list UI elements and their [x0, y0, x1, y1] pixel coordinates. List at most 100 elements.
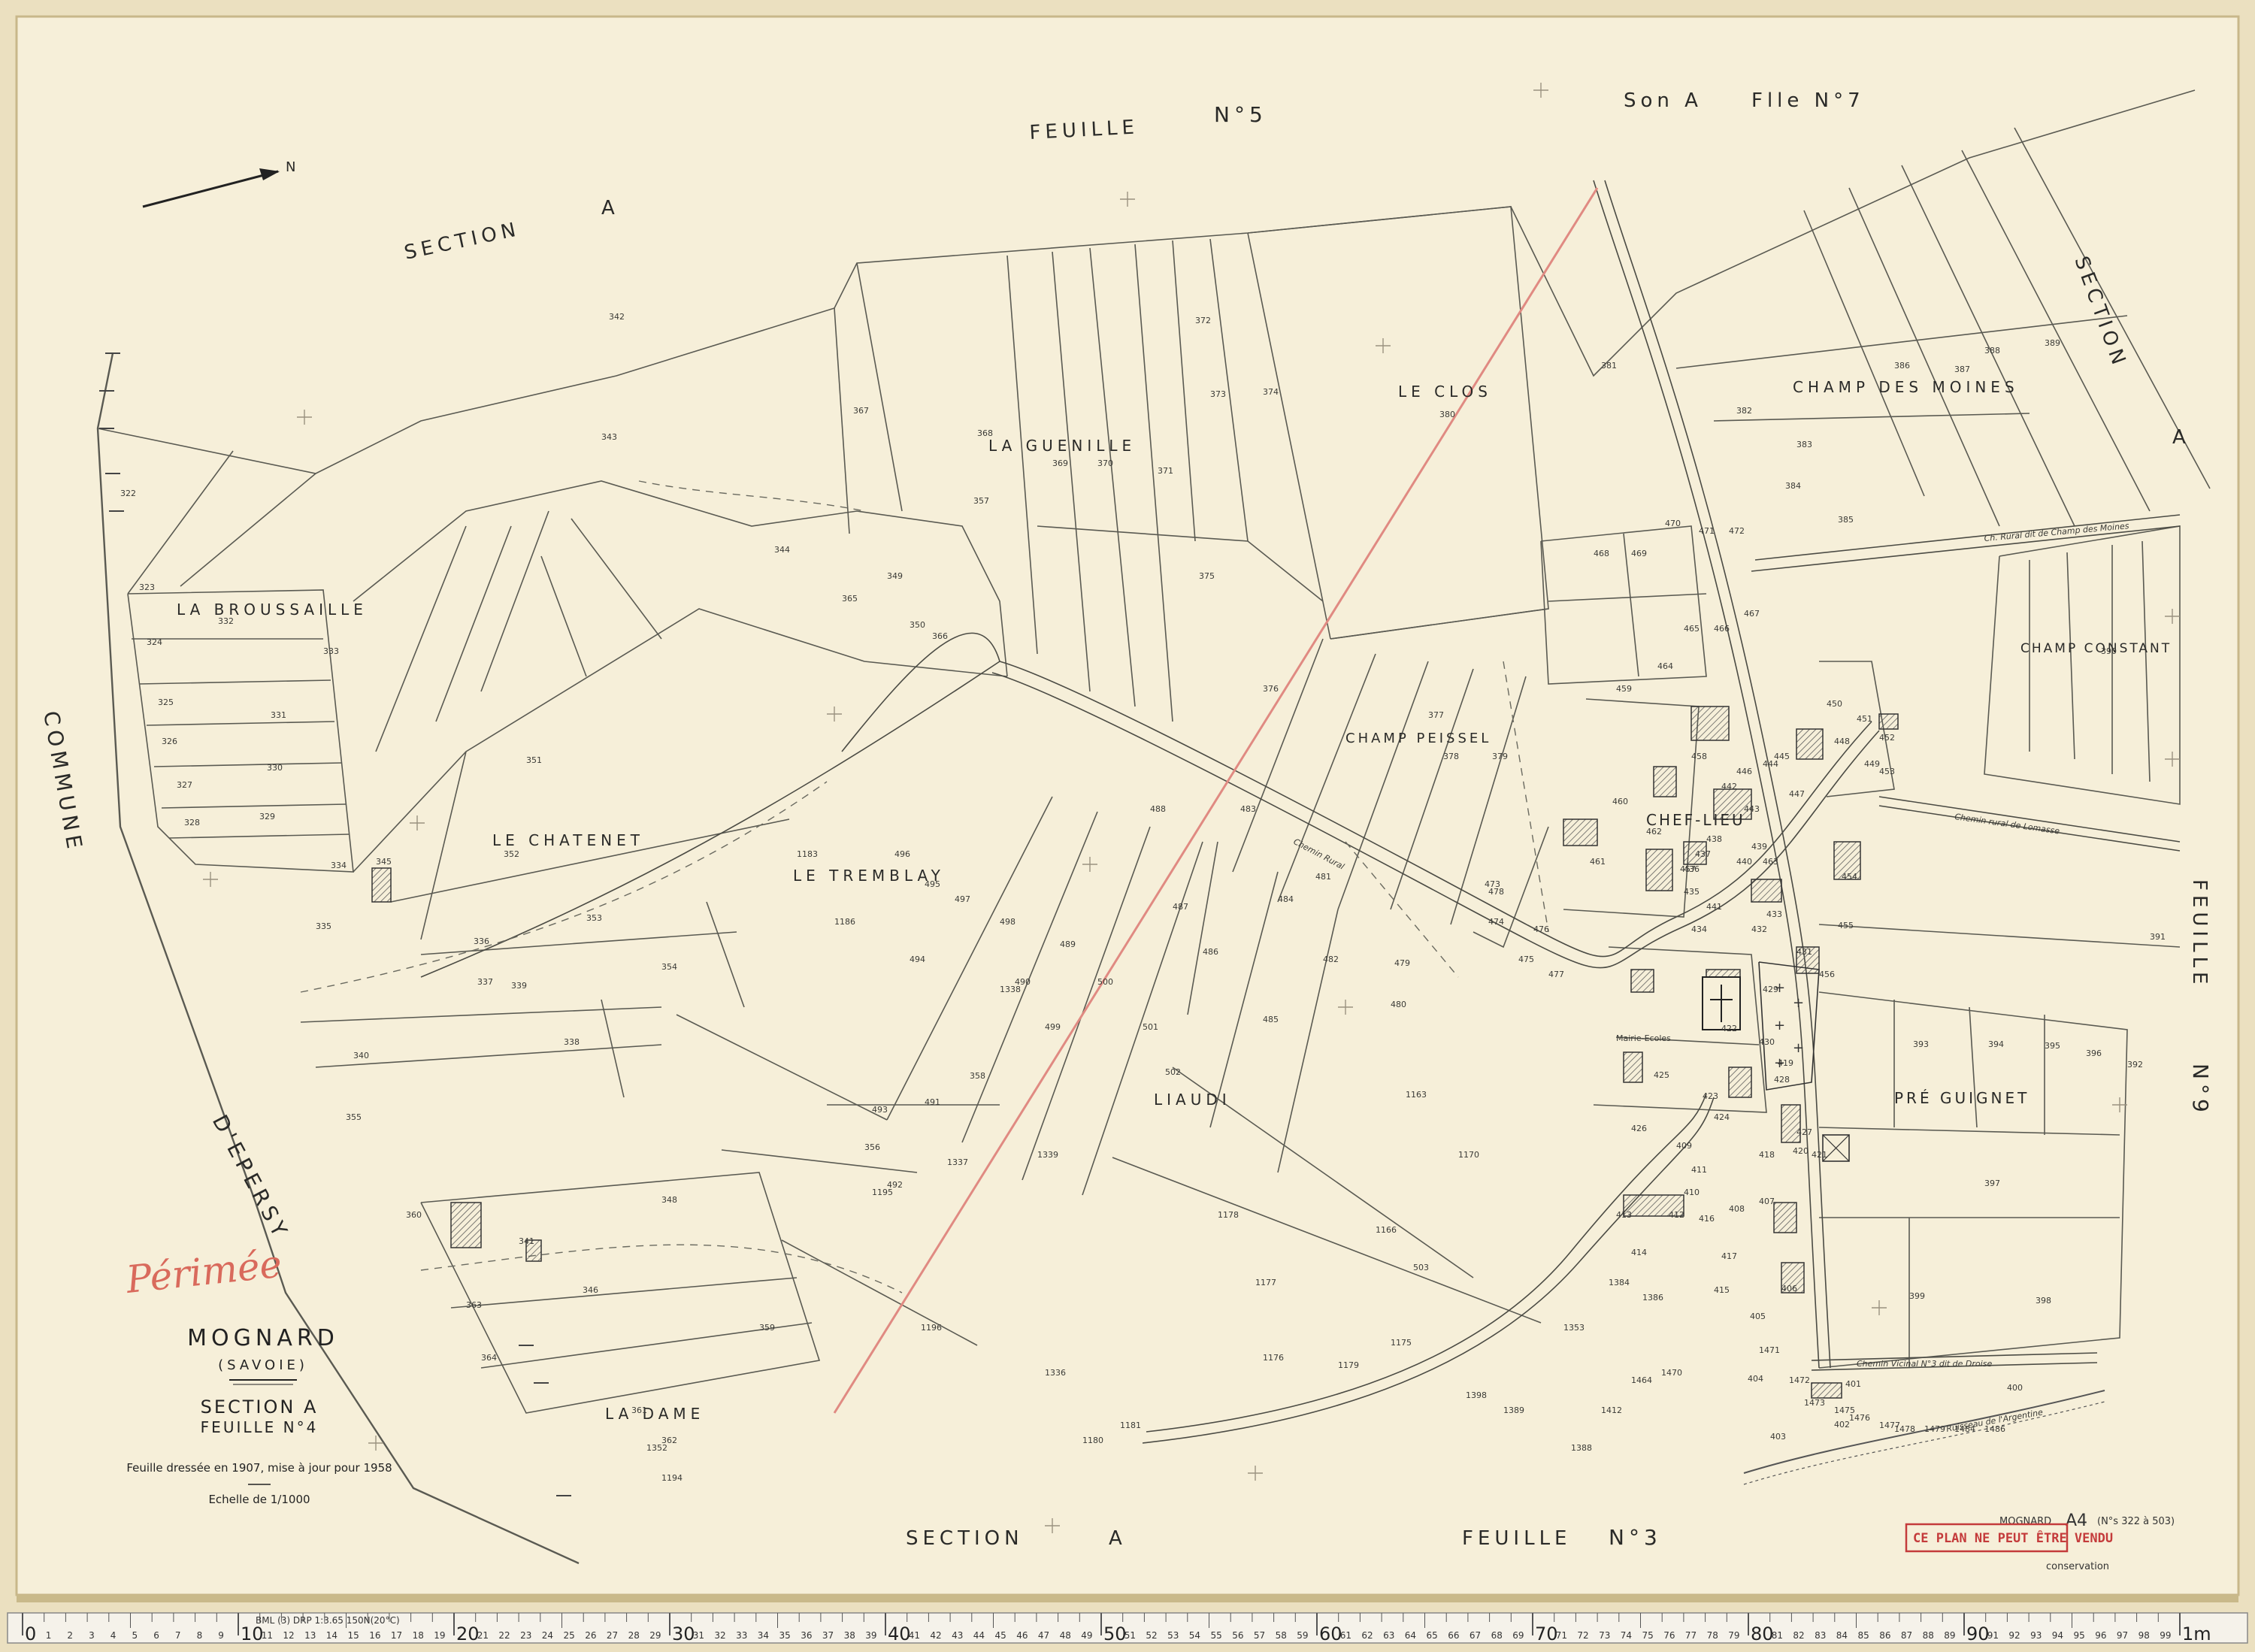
ruler-minor-label: 39 [865, 1630, 876, 1641]
right-section-letter: A [2172, 426, 2190, 449]
parcel-number: 322 [120, 489, 136, 498]
ruler-minor-label: 47 [1038, 1630, 1049, 1641]
ruler-minor-label: 57 [1254, 1630, 1265, 1641]
parcel-number: 485 [1263, 1015, 1279, 1024]
parcel-number: 332 [218, 616, 234, 626]
parcel-number: 356 [864, 1142, 880, 1152]
parcel-number: 1478 [1894, 1424, 1915, 1434]
locality-le-chatenet: LE CHATENET [492, 831, 644, 849]
parcel-number: 401 [1845, 1379, 1861, 1389]
svg-text:+: + [1793, 1040, 1804, 1056]
parcel-number: 331 [271, 710, 286, 720]
parcel-number: 365 [842, 594, 858, 604]
parcel-number: 424 [1714, 1112, 1730, 1122]
parcel-number: 483 [1240, 804, 1256, 814]
parcel-number: 344 [774, 545, 790, 555]
parcel-number: 486 [1203, 947, 1218, 957]
parcel-number: 502 [1165, 1067, 1181, 1077]
parcel-number: 394 [1988, 1039, 2004, 1049]
parcel-number: 458 [1691, 752, 1707, 761]
parcel-number: 385 [1838, 515, 1854, 525]
parcel-number: 443 [1744, 804, 1760, 814]
ruler-minor-label: 64 [1405, 1630, 1416, 1641]
parcel-number: 340 [353, 1051, 369, 1060]
parcel-number: 1183 [797, 849, 818, 859]
parcel-number: 323 [139, 582, 155, 592]
ruler-major-label: 80 [1751, 1623, 1774, 1644]
parcel-number: 369 [1052, 458, 1068, 468]
parcel-number: 1179 [1338, 1360, 1359, 1370]
ruler-minor-label: 36 [801, 1630, 812, 1641]
title-history: Feuille dressée en 1907, mise à jour pou… [126, 1461, 392, 1475]
parcel-number: 440 [1736, 857, 1752, 867]
ruler-minor-label: 12 [283, 1630, 294, 1641]
parcel-number: 1473 [1804, 1398, 1825, 1408]
parcel-number: 343 [601, 432, 617, 442]
parcel-number: 425 [1654, 1070, 1669, 1080]
parcel-number: 337 [477, 977, 493, 987]
ruler-minor-label: 63 [1383, 1630, 1394, 1641]
parcel-number: 1177 [1255, 1278, 1276, 1287]
ruler-major-label: 20 [456, 1623, 480, 1644]
parcel-number: 461 [1590, 857, 1606, 867]
parcel-number: 428 [1774, 1075, 1790, 1085]
parcel-number: 494 [910, 955, 925, 964]
ruler-minor-label: 93 [2030, 1630, 2042, 1641]
parcel-number: 1472 [1789, 1375, 1810, 1385]
ruler-minor-label: 34 [758, 1630, 769, 1641]
parcel-number: 446 [1736, 767, 1752, 776]
parcel-number: 439 [1751, 842, 1767, 852]
reference-range: (N°s 322 à 503) [2097, 1516, 2175, 1527]
parcel-number: 501 [1143, 1022, 1158, 1032]
locality-liaudi: LIAUDI [1154, 1091, 1231, 1109]
parcel-number: 409 [1676, 1141, 1692, 1151]
parcel-number: 379 [1492, 752, 1508, 761]
parcel-number: 457 [1680, 864, 1696, 874]
parcel-number: 325 [158, 697, 174, 707]
ruler-major-label: 40 [888, 1623, 911, 1644]
locality-champ-peissel: CHAMP PEISSEL [1345, 731, 1491, 746]
svg-text:+: + [1774, 1018, 1785, 1033]
parcel-number: 1186 [834, 917, 855, 927]
ruler-minor-label: 62 [1361, 1630, 1373, 1641]
ruler-minor-label: 74 [1621, 1630, 1632, 1641]
parcel-number: 1196 [921, 1323, 942, 1333]
ruler-minor-label: 87 [1901, 1630, 1912, 1641]
parcel-number: 1339 [1037, 1150, 1058, 1160]
ruler-minor-label: 26 [585, 1630, 596, 1641]
parcel-number: 1398 [1466, 1390, 1487, 1400]
reference-note: conservation [2046, 1561, 2109, 1572]
ruler-minor-label: 65 [1427, 1630, 1438, 1641]
parcel-number: 452 [1879, 733, 1895, 743]
ruler-minor-label: 76 [1663, 1630, 1675, 1641]
ruler-minor-label: 48 [1060, 1630, 1071, 1641]
parcel-number: 474 [1488, 917, 1504, 927]
title-sheet: FEUILLE N°4 [201, 1418, 319, 1436]
ruler-minor-label: 82 [1793, 1630, 1804, 1641]
parcel-number: 1386 [1642, 1293, 1663, 1303]
parcel-number: 372 [1195, 316, 1211, 325]
parcel-number: 373 [1210, 389, 1226, 399]
ruler-minor-label: 27 [607, 1630, 618, 1641]
ruler-minor-label: 97 [2117, 1630, 2128, 1641]
parcel-number: 395 [2045, 1041, 2060, 1051]
parcel-number: 1476 [1849, 1413, 1870, 1423]
parcel-number: 496 [894, 849, 910, 859]
parcel-number: 431 [1796, 947, 1812, 957]
parcel-number: 411 [1691, 1165, 1707, 1175]
ruler-minor-label: 78 [1707, 1630, 1718, 1641]
parcel-number: 489 [1060, 939, 1076, 949]
parcel-number: 384 [1785, 481, 1801, 491]
parcel-number: 477 [1548, 970, 1564, 979]
ruler-minor-label: 89 [1944, 1630, 1955, 1641]
parcel-number: 1195 [872, 1188, 893, 1197]
parcel-number: 410 [1684, 1188, 1700, 1197]
parcel-number: 405 [1750, 1312, 1766, 1321]
right-sheet-label: FEUILLE [2188, 879, 2211, 988]
parcel-number: 1170 [1458, 1150, 1479, 1160]
parcel-number: 430 [1759, 1037, 1775, 1047]
ruler-minor-label: 24 [542, 1630, 553, 1641]
parcel-number: 479 [1394, 958, 1410, 968]
parcel-number: 462 [1646, 827, 1662, 837]
parcel-number: 366 [932, 631, 948, 641]
